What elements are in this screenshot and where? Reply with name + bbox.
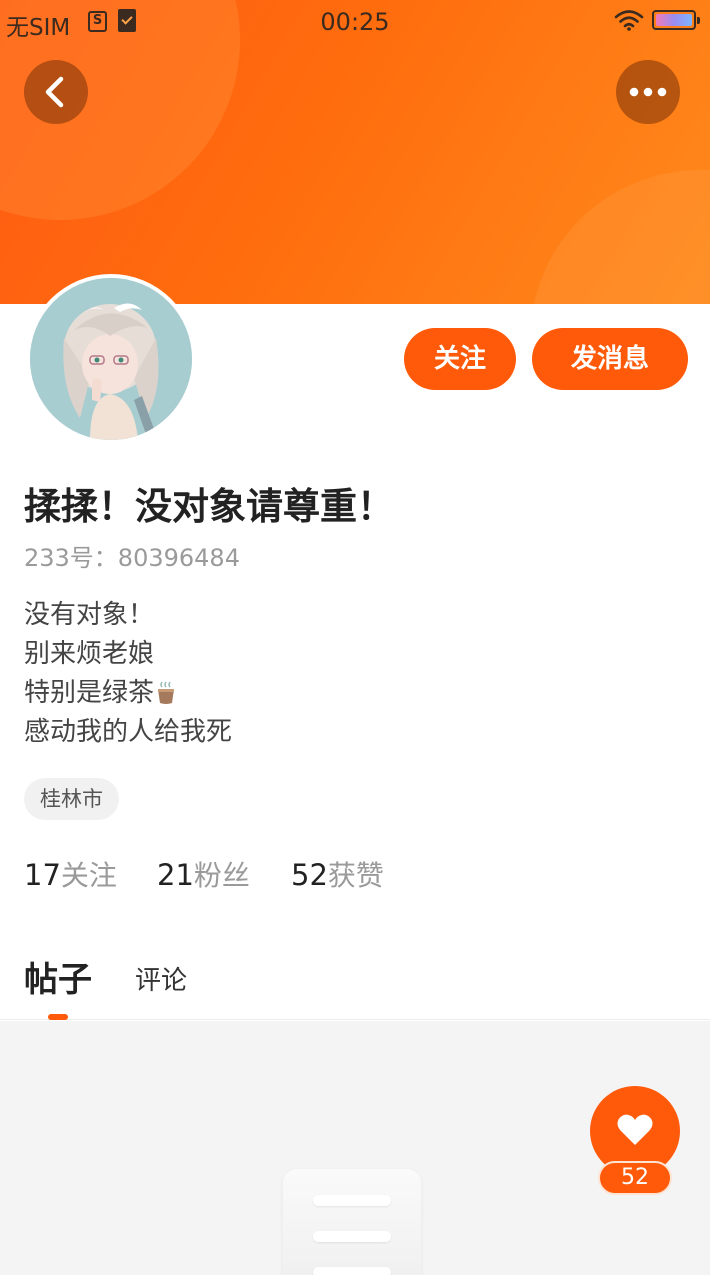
profile-header-banner <box>0 0 710 304</box>
send-message-button[interactable]: 发消息 <box>532 328 688 390</box>
bio-line-text: 特别是绿茶 <box>24 678 155 708</box>
avatar-image <box>30 278 192 440</box>
heart-icon <box>617 1114 653 1145</box>
battery-icon <box>652 10 700 30</box>
chevron-left-icon <box>45 76 64 108</box>
bio-line: 没有对象！ <box>24 600 155 630</box>
more-options-button[interactable] <box>616 60 680 124</box>
follow-button[interactable]: 关注 <box>404 328 516 390</box>
bio-line: 别来烦老娘 <box>24 639 155 669</box>
stat-label: 粉丝 <box>193 859 250 892</box>
banner-decoration <box>530 170 710 304</box>
avatar[interactable] <box>26 274 196 444</box>
stat-value: 17 <box>24 858 61 892</box>
profile-bio: 没有对象！ 别来烦老娘 特别是绿茶 感动我的人给我死 <box>24 596 232 752</box>
wifi-icon <box>614 10 644 31</box>
tab-posts[interactable]: 帖子 <box>24 952 92 1001</box>
profile-tabs: 帖子 评论 <box>0 950 710 1020</box>
like-count-badge: 52 <box>598 1161 672 1195</box>
stat-value: 52 <box>291 858 328 892</box>
bio-line: 感动我的人给我死 <box>24 717 233 747</box>
stat-label: 获赞 <box>327 859 384 892</box>
tea-cup-icon <box>158 681 175 704</box>
following-stat[interactable]: 17关注 <box>24 854 117 894</box>
active-tab-indicator <box>48 1014 68 1020</box>
stat-value: 21 <box>157 858 194 892</box>
likes-stat[interactable]: 52获赞 <box>291 854 384 894</box>
empty-document-icon <box>283 1169 421 1275</box>
more-dots-icon <box>629 87 667 97</box>
bio-line-with-emoji: 特别是绿茶 <box>24 674 232 713</box>
back-button[interactable] <box>24 60 88 124</box>
user-id: 233号：80396484 <box>24 544 240 572</box>
location-tag: 桂林市 <box>24 778 119 820</box>
profile-name: 揉揉！没对象请尊重！ <box>24 485 394 528</box>
stat-label: 关注 <box>60 859 117 892</box>
clock: 00:25 <box>320 8 390 36</box>
tab-comments[interactable]: 评论 <box>135 960 187 997</box>
status-bar: 无SIM S 00:25 <box>0 0 710 44</box>
followers-stat[interactable]: 21粉丝 <box>157 854 250 894</box>
